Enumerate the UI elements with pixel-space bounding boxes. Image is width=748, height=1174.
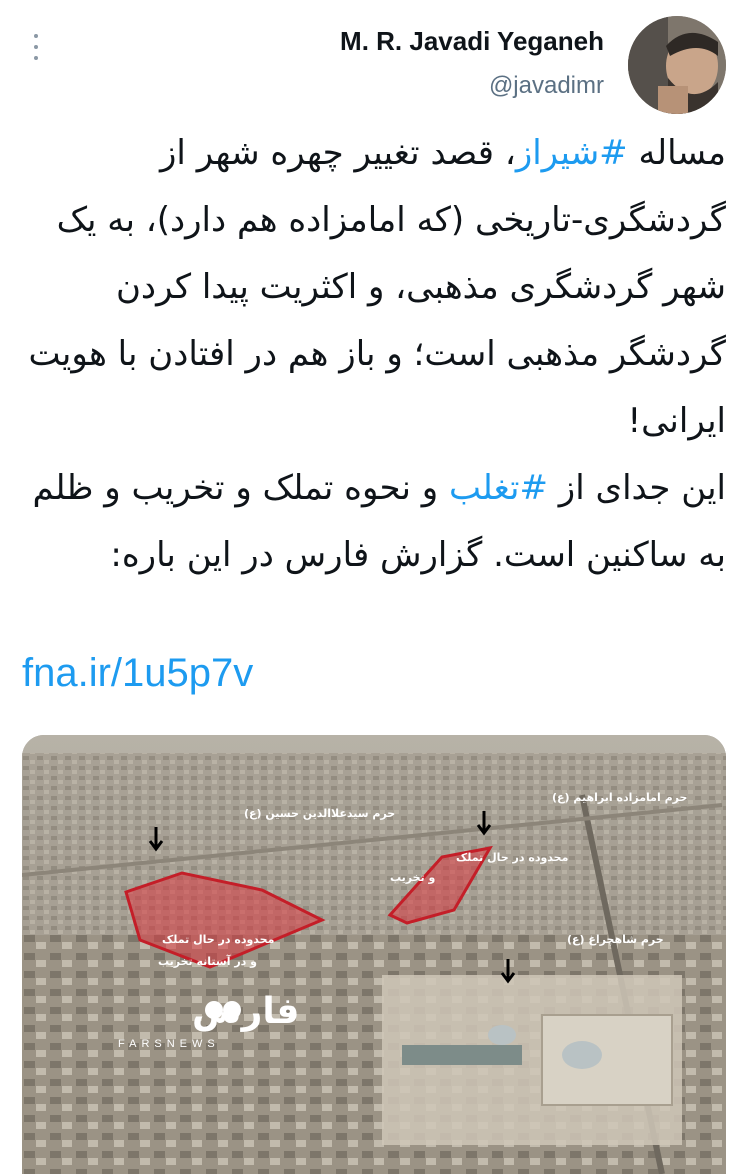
svg-text:فارس: فارس bbox=[192, 991, 300, 1032]
text-span: این جدای از bbox=[547, 468, 726, 508]
avatar[interactable] bbox=[628, 16, 726, 114]
text-span: ، قصد تغییر چهره شهر از گردشگری-تاریخی (… bbox=[28, 133, 726, 441]
label-area-possession-2: و تخریب bbox=[390, 871, 436, 884]
dot-icon bbox=[34, 34, 38, 38]
hashtag-link[interactable]: #شیراز bbox=[516, 133, 628, 173]
aerial-photo: حرم سیدعلاالدین حسین (ع) حرم امامزاده اب… bbox=[22, 735, 726, 1174]
tweet-paragraph-2: این جدای از #تغلب و نحوه تملک و تخریب و … bbox=[22, 455, 726, 589]
tweet-author[interactable]: M. R. Javadi Yeganeh @javadimr bbox=[340, 24, 604, 102]
text-span: مساله bbox=[627, 133, 726, 173]
label-shrine-alaeddin: حرم سیدعلاالدین حسین (ع) bbox=[244, 807, 395, 820]
author-name: M. R. Javadi Yeganeh bbox=[340, 26, 604, 56]
tweet-url-link[interactable]: fna.ir/1u5p7v bbox=[22, 648, 253, 698]
svg-text:FARSNEWS: FARSNEWS bbox=[118, 1038, 220, 1050]
label-area-demolition-1: محدوده در حال تملک bbox=[162, 933, 274, 946]
label-area-possession-1: محدوده در حال تملک bbox=[456, 851, 568, 864]
label-shrine-ebrahim: حرم امامزاده ابراهیم (ع) bbox=[552, 791, 687, 804]
tweet-text: مساله #شیراز، قصد تغییر چهره شهر از گردش… bbox=[22, 120, 726, 589]
hashtag-link[interactable]: #تغلب bbox=[449, 468, 548, 508]
tweet-media-image[interactable]: حرم سیدعلاالدین حسین (ع) حرم امامزاده اب… bbox=[22, 735, 726, 1174]
author-handle: @javadimr bbox=[488, 72, 604, 99]
avatar-image bbox=[628, 16, 726, 114]
dot-icon bbox=[34, 45, 38, 49]
tweet-paragraph-1: مساله #شیراز، قصد تغییر چهره شهر از گردش… bbox=[22, 120, 726, 455]
dot-icon bbox=[34, 56, 38, 60]
more-options-button[interactable] bbox=[26, 34, 46, 60]
label-shrine-shahcheragh: حرم شاهچراغ (ع) bbox=[567, 933, 664, 946]
label-area-demolition-2: و در آستانه تخریب bbox=[158, 954, 257, 968]
